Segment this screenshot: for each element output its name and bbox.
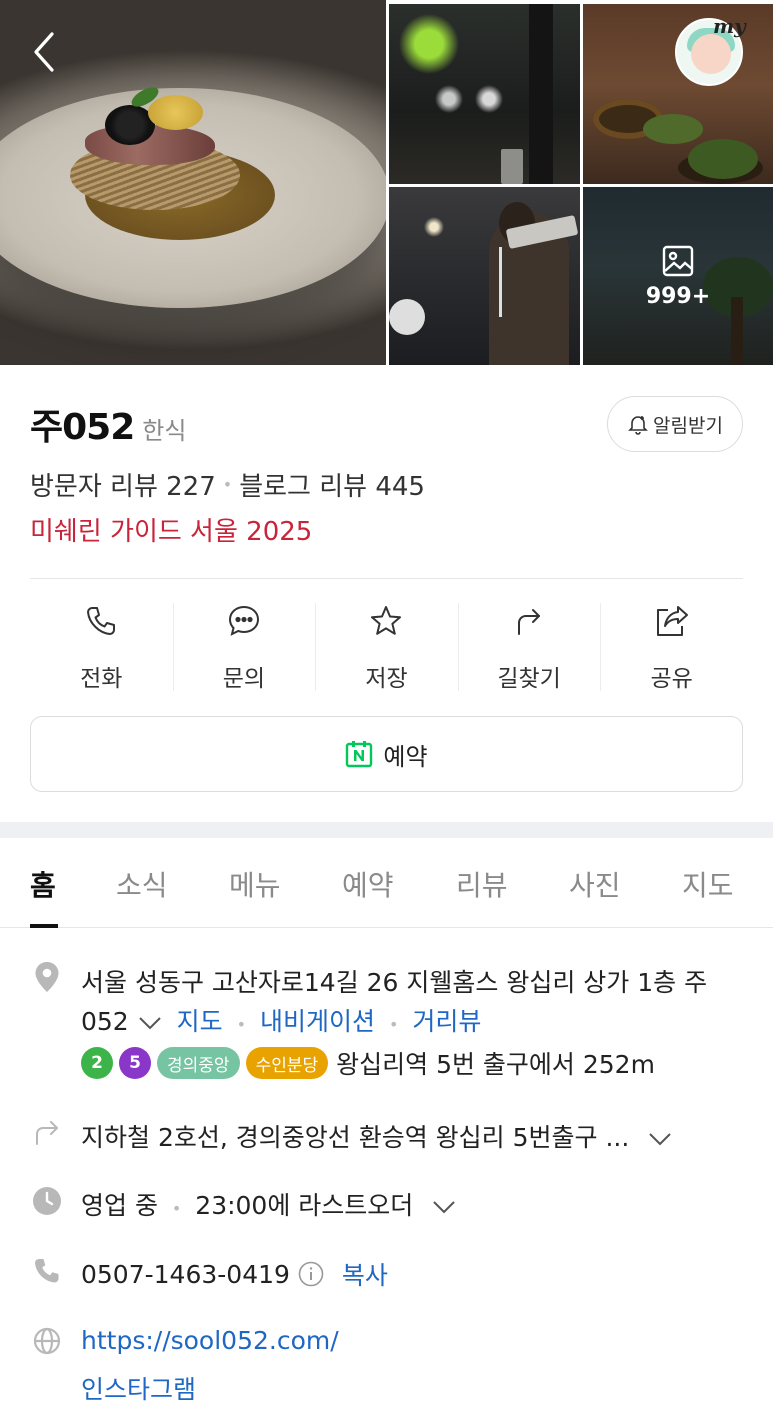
visitor-reviews-link[interactable]: 방문자 리뷰 227 [30,466,216,503]
phone-row: 0507-1463-0419 복사 [81,1256,388,1292]
photo-count: 999+ [645,283,711,309]
notify-label: 알림받기 [653,414,723,437]
image-icon [662,245,694,276]
place-title-row: 주052 한식 [30,398,186,450]
share-button[interactable]: 공유 [600,603,743,693]
address-line-1: 서울 성동구 고산자로14길 26 지웰홈스 왕십리 상가 1층 주 [81,968,708,997]
star-icon [371,606,402,635]
directions-icon [518,609,541,635]
tab-menu[interactable]: 메뉴 [229,864,281,904]
subway-suin-badge: 수인분당 [245,1047,329,1079]
call-button[interactable]: 전화 [30,603,173,693]
hours-row[interactable]: 영업 중 • 23:00에 라스트오더 [81,1186,457,1222]
clock-icon [32,1186,62,1216]
subway-line-2-badge: 2 [81,1047,113,1079]
section-separator [0,822,773,838]
street-view-link[interactable]: 거리뷰 [412,1007,481,1036]
michelin-badge[interactable]: 미쉐린 가이드 서울 2025 [30,511,312,548]
inquiry-label: 문의 [222,666,266,692]
separator-dot: • [222,475,233,494]
tab-home[interactable]: 홈 [30,864,56,904]
call-label: 전화 [80,666,123,692]
website-link[interactable]: https://sool052.com/ [81,1326,339,1355]
divider [30,578,743,579]
copy-button[interactable]: 복사 [342,1256,388,1292]
active-tab-indicator [30,924,58,928]
info-circle-icon[interactable] [298,1261,324,1287]
tab-reservation[interactable]: 예약 [342,864,394,904]
chevron-down-icon[interactable] [137,1015,163,1031]
separator-dot: • [388,1015,399,1034]
directions-row[interactable]: 지하철 2호선, 경의중앙선 환승역 왕십리 5번출구 ... [81,1118,673,1154]
subway-gyeongui-badge: 경의중앙 [157,1047,240,1079]
hours-detail: 23:00에 라스트오더 [195,1191,414,1220]
place-category: 한식 [142,417,187,445]
blog-reviews-link[interactable]: 블로그 리뷰 445 [239,466,425,503]
inquiry-button[interactable]: 문의 [172,603,316,693]
location-pin-icon [32,962,62,992]
chevron-down-icon[interactable] [647,1131,673,1147]
notify-button[interactable]: 알림받기 [607,396,743,452]
address-line-2: 052 [81,1007,129,1036]
tab-map[interactable]: 지도 [682,864,734,904]
review-summary: 방문자 리뷰 227 • 블로그 리뷰 445 [30,466,425,503]
subway-row: 2 5 경의중앙 수인분당 왕십리역 5번 출구에서 252m [81,1045,655,1081]
action-bar: 전화 문의 저장 길찾기 공유 [30,603,743,693]
phone-icon [87,607,116,635]
tab-photos[interactable]: 사진 [569,864,621,904]
chat-icon [228,605,259,636]
tab-news[interactable]: 소식 [116,864,168,904]
my-profile-button[interactable]: my [675,14,746,86]
photo-gallery[interactable]: 999+ my [0,0,773,365]
my-label: my [713,14,746,38]
save-label: 저장 [365,666,408,692]
separator-dot: • [236,1015,247,1034]
address-line-2-row: 052 지도 • 내비게이션 • 거리뷰 [81,1002,481,1038]
save-button[interactable]: 저장 [315,603,458,693]
subway-line-5-badge: 5 [119,1047,151,1079]
share-label: 공유 [650,666,693,692]
directions-arrow-icon [32,1117,62,1147]
more-photos-button[interactable]: 999+ [583,187,773,365]
chevron-left-icon [34,32,54,72]
avatar [691,34,731,74]
instagram-link[interactable]: 인스타그램 [81,1370,196,1402]
map-link[interactable]: 지도 [177,1007,223,1036]
reserve-button[interactable]: 예약 [30,716,743,792]
photo-thumb-3[interactable] [389,187,580,365]
tab-bar: 홈 소식 메뉴 예약 리뷰 사진 지도 [0,838,773,928]
naver-calendar-icon [346,741,373,768]
station-distance: 왕십리역 5번 출구에서 252m [336,1050,655,1079]
navigation-link[interactable]: 내비게이션 [260,1007,375,1036]
directions-button[interactable]: 길찾기 [457,603,601,693]
directions-label: 길찾기 [497,666,561,692]
share-icon [656,606,688,636]
globe-icon [32,1326,62,1356]
chevron-down-icon[interactable] [431,1199,457,1215]
separator-dot: • [171,1199,182,1218]
phone-icon [32,1256,62,1286]
photo-thumb-1[interactable] [389,4,580,184]
phone-number[interactable]: 0507-1463-0419 [81,1260,290,1289]
place-name: 주052 [30,407,135,448]
tab-reviews[interactable]: 리뷰 [456,864,508,904]
bell-icon [628,416,648,435]
reserve-label: 예약 [383,742,428,771]
back-button[interactable] [24,28,64,76]
hours-status: 영업 중 [81,1191,158,1220]
directions-text: 지하철 2호선, 경의중앙선 환승역 왕십리 5번출구 ... [81,1123,630,1152]
